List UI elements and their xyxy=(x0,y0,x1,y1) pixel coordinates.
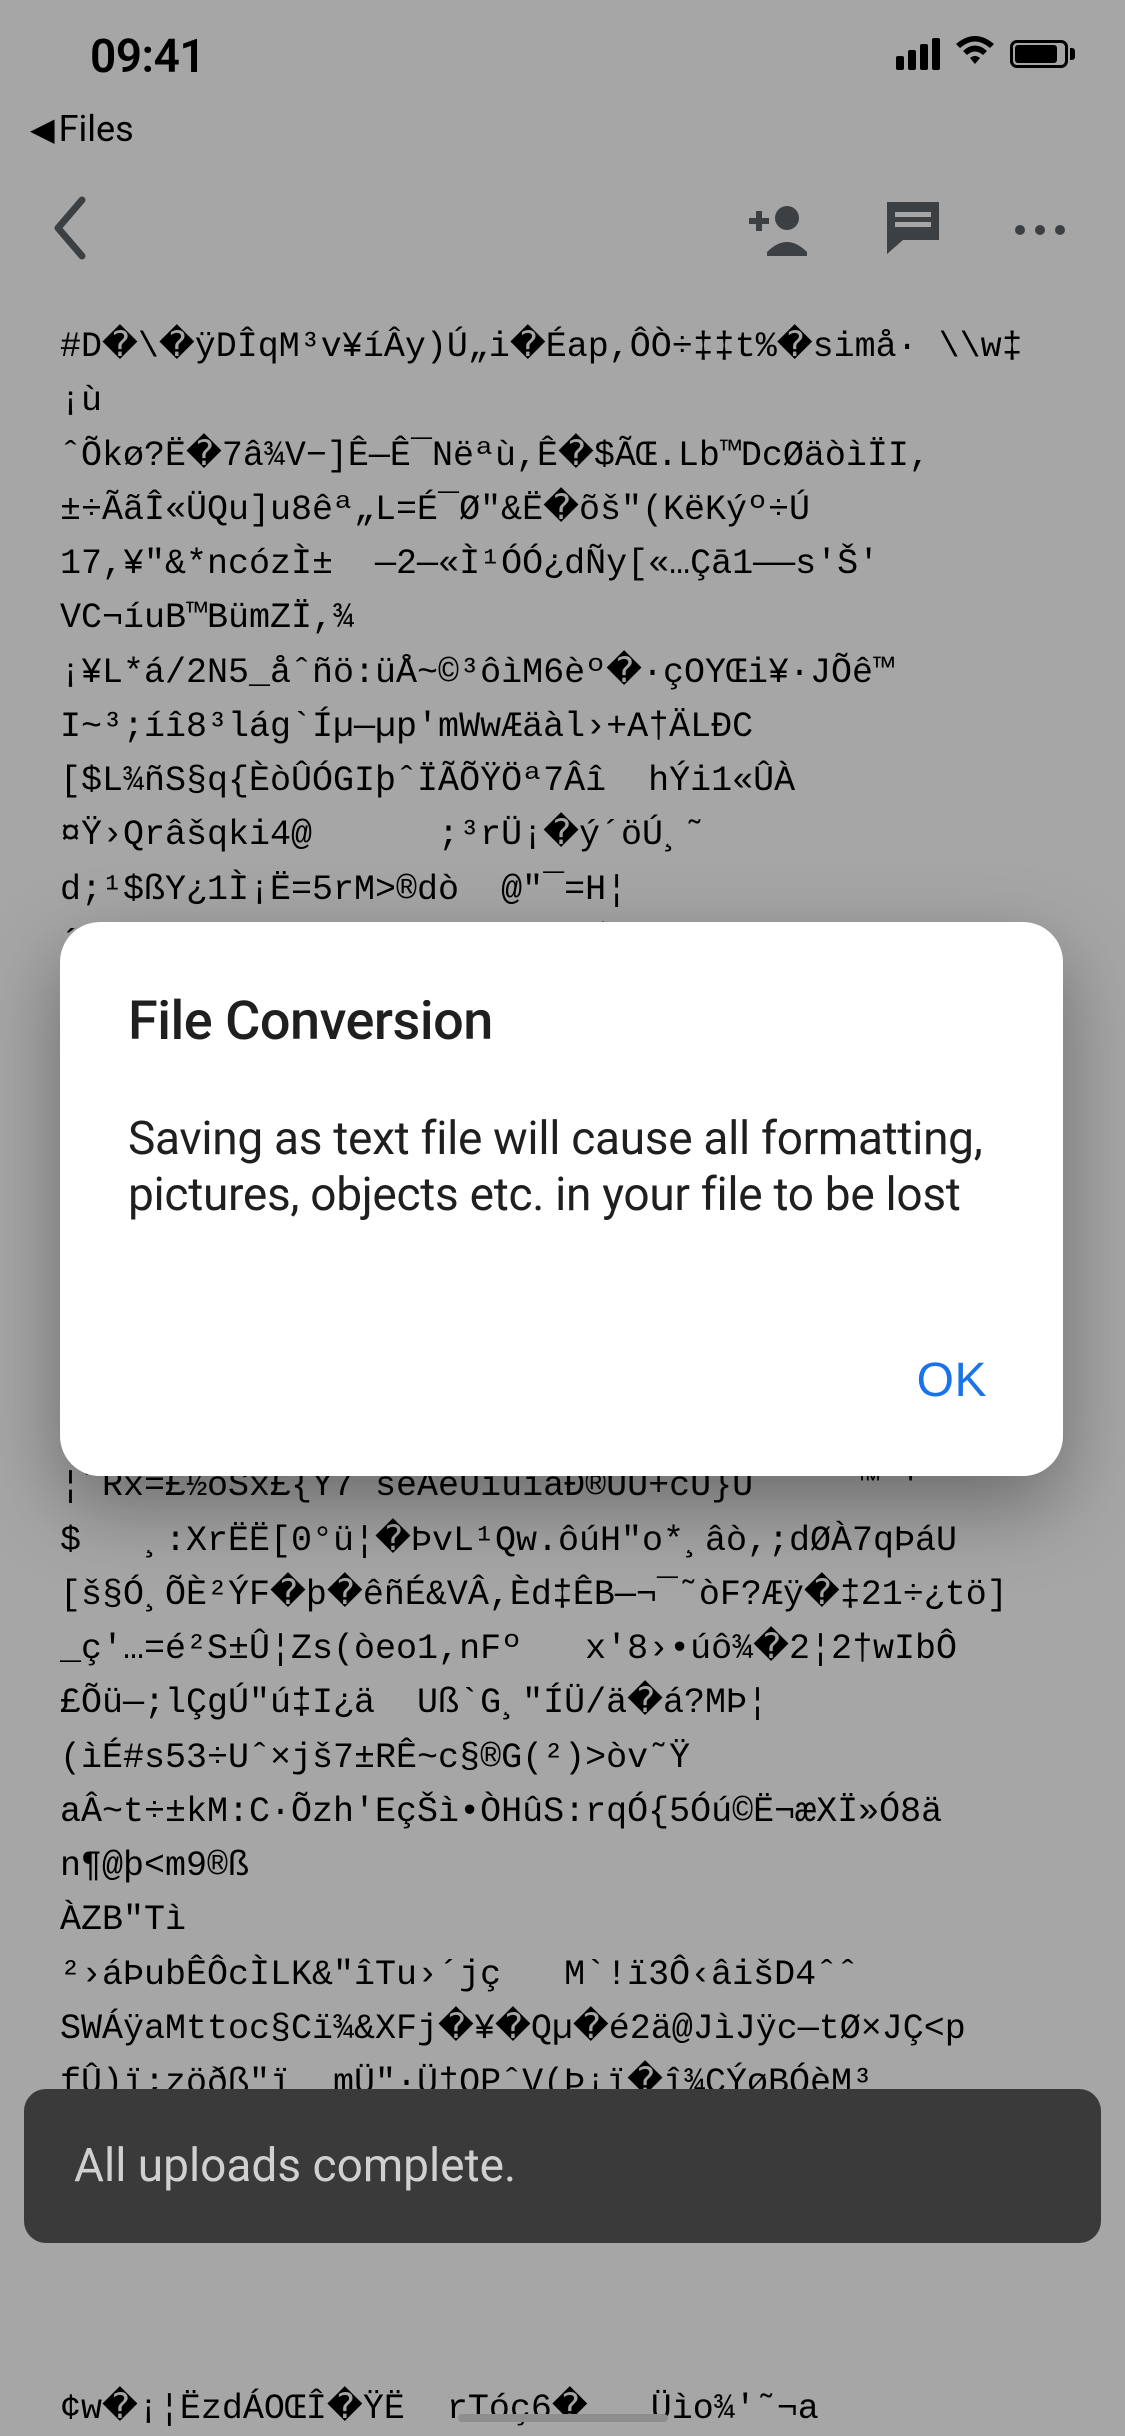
toast-message: All uploads complete. xyxy=(74,2139,1051,2193)
dialog-actions: OK xyxy=(128,1343,995,1418)
ok-button[interactable]: OK xyxy=(909,1343,995,1418)
dialog-message: Saving as text file will cause all forma… xyxy=(128,1111,995,1223)
dialog-title: File Conversion xyxy=(128,990,995,1053)
upload-toast: All uploads complete. xyxy=(24,2089,1101,2243)
home-indicator[interactable] xyxy=(458,2414,668,2422)
file-conversion-dialog: File Conversion Saving as text file will… xyxy=(60,922,1063,1476)
